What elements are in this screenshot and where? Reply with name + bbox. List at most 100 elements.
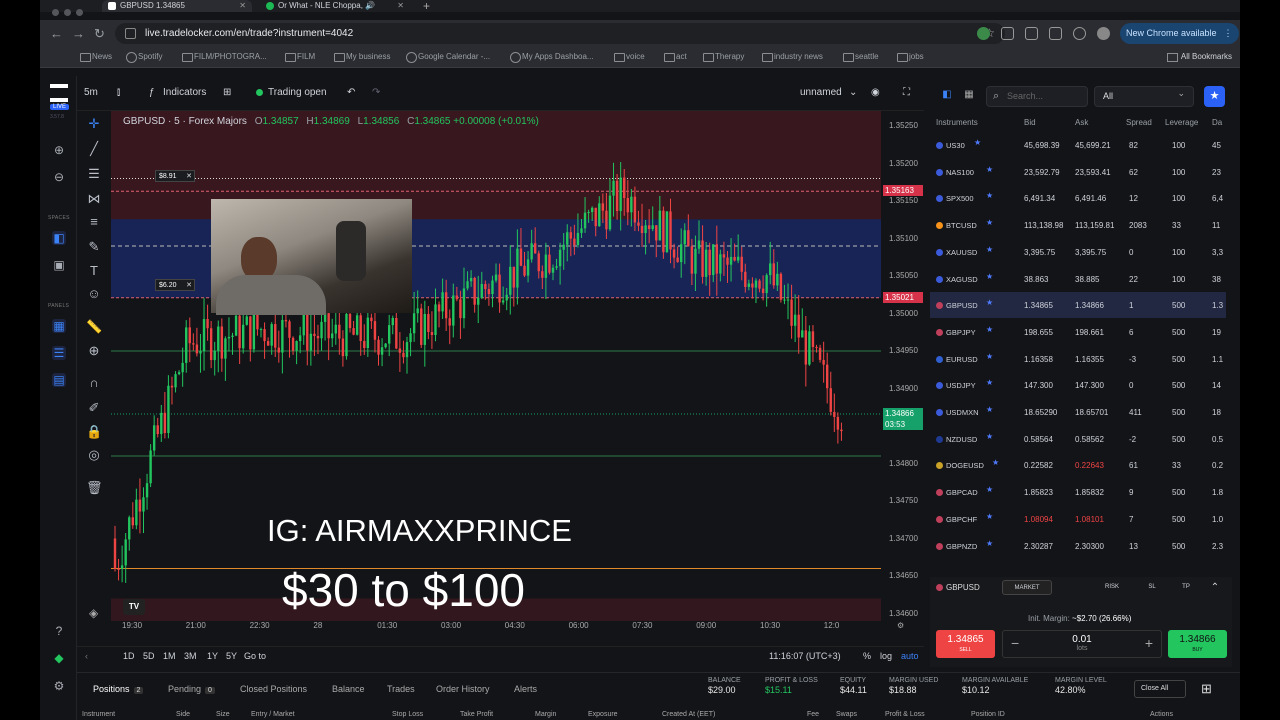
col-leverage[interactable]: Leverage <box>1165 118 1198 127</box>
favorite-star-icon[interactable]: ★ <box>986 218 993 227</box>
lot-size-value[interactable]: 0.01 <box>1072 634 1091 645</box>
col-instrument[interactable]: Instrument <box>82 711 115 718</box>
favorite-star-icon[interactable]: ★ <box>986 191 993 200</box>
bookmark-folder[interactable]: seattle <box>843 52 879 62</box>
site-info-icon[interactable] <box>125 28 136 39</box>
favorite-star-icon[interactable]: ★ <box>974 138 981 147</box>
range-5y[interactable]: 5Y <box>226 651 237 661</box>
bookmark-my-apps[interactable]: My Apps Dashboa... <box>510 52 594 63</box>
profile-avatar-icon[interactable] <box>1097 27 1110 40</box>
instrument-row[interactable]: USDJPY ★ 147.300 147.300 0 500 14 <box>930 372 1226 398</box>
bookmark-folder[interactable]: industry news <box>762 52 823 62</box>
tab-music[interactable]: Or What - NLE Choppa, 🔊 ✕ <box>260 0 410 12</box>
increase-lots-icon[interactable]: + <box>1145 635 1153 651</box>
bookmark-folder[interactable]: jobs <box>897 52 924 62</box>
col-exposure[interactable]: Exposure <box>588 711 618 718</box>
layout-grid-icon[interactable]: ⊞ <box>1201 681 1212 697</box>
ruler-icon[interactable]: 📏 <box>86 319 102 335</box>
brush-icon[interactable]: ✎ <box>86 239 102 255</box>
price-scale[interactable]: 1.35250 1.35200 1.35150 1.35100 1.35050 1.350… <box>881 111 924 647</box>
bookmark-folder[interactable]: FILM/PHOTOGRA... <box>182 52 267 62</box>
tab-balance[interactable]: Balance <box>332 684 365 694</box>
space-chart-icon[interactable]: ◧ <box>52 231 66 245</box>
category-filter-dropdown[interactable]: All <box>1094 84 1194 107</box>
layout-name-dropdown[interactable]: unnamed <box>800 87 842 98</box>
favorite-star-icon[interactable]: ★ <box>986 485 993 494</box>
reload-icon[interactable]: ↻ <box>94 26 105 42</box>
zoom-in-icon[interactable]: ⊕ <box>52 143 66 157</box>
redo-icon[interactable]: ↷ <box>372 87 380 98</box>
range-1m[interactable]: 1M <box>163 651 176 661</box>
favorite-star-icon[interactable]: ★ <box>992 458 999 467</box>
col-spread[interactable]: Spread <box>1126 118 1152 127</box>
instrument-row[interactable]: GBPUSD ★ 1.34865 1.34866 1 500 1.3 <box>930 292 1226 319</box>
col-created-at[interactable]: Created At (EET) <box>662 711 715 718</box>
favorite-star-icon[interactable]: ★ <box>986 298 993 307</box>
extension-icon[interactable] <box>1025 27 1038 40</box>
forward-icon[interactable]: → <box>72 26 85 41</box>
back-icon[interactable]: ← <box>50 26 63 41</box>
order-tag-sl[interactable]: $6.20 ✕ <box>155 279 195 291</box>
camera-screenshot-icon[interactable]: ◉ <box>871 87 880 98</box>
col-take-profit[interactable]: Take Profit <box>460 711 493 718</box>
bookmark-news[interactable]: News <box>80 52 112 62</box>
tab-pending[interactable]: Pending 0 <box>168 684 215 694</box>
indicators-fx-icon[interactable]: ƒ <box>149 87 155 98</box>
instrument-row[interactable]: GBPCHF ★ 1.08094 1.08101 7 500 1.0 <box>930 506 1226 532</box>
col-margin[interactable]: Margin <box>535 711 556 718</box>
url-input[interactable]: live.tradelocker.com/en/trade?instrument… <box>115 23 1005 44</box>
close-order-icon[interactable]: ✕ <box>186 280 192 292</box>
tab-trades[interactable]: Trades <box>387 684 415 694</box>
buy-button[interactable]: 1.34866 BUY <box>1168 630 1227 658</box>
collapse-chevron-icon[interactable]: ⌃ <box>1208 580 1222 595</box>
fib-icon[interactable]: ≡ <box>86 214 102 230</box>
settings-gear-icon[interactable]: ⚙ <box>52 679 66 693</box>
range-5d[interactable]: 5D <box>143 651 155 661</box>
chart-type-candles-icon[interactable]: ⫾ <box>117 87 120 98</box>
tab-closed-positions[interactable]: Closed Positions <box>240 684 307 694</box>
new-tab-icon[interactable]: + <box>423 0 430 13</box>
col-instruments[interactable]: Instruments <box>936 118 978 127</box>
lock-icon[interactable]: 🔒 <box>86 424 102 440</box>
stop-loss-tab[interactable]: SL <box>1142 580 1162 595</box>
col-size[interactable]: Size <box>216 711 230 718</box>
instrument-row[interactable]: NZDUSD ★ 0.58564 0.58562 -2 500 0.5 <box>930 426 1226 452</box>
favorite-star-icon[interactable]: ★ <box>986 352 993 361</box>
favorite-star-icon[interactable]: ★ <box>986 432 993 441</box>
templates-grid-icon[interactable]: ⊞ <box>223 87 231 98</box>
range-1d[interactable]: 1D <box>123 651 135 661</box>
trash-icon[interactable]: 🗑 <box>86 480 103 496</box>
price-chart[interactable]: ✛ ╱ ☰ ⋈ ≡ ✎ T ☺ 📏 ⊕ ∩ ✐ 🔒 ◎ 🗑 $8.91 ✕ $6… <box>77 110 924 646</box>
indicators-button[interactable]: Indicators <box>163 87 206 98</box>
bookmark-folder[interactable]: act <box>664 52 687 62</box>
tradingview-logo[interactable]: TV <box>123 599 145 615</box>
instrument-row[interactable]: GBPNZD ★ 2.30287 2.30300 13 500 2.3 <box>930 533 1226 559</box>
instrument-row[interactable]: US30 ★ 45,698.39 45,699.21 82 100 45 <box>930 132 1226 158</box>
horizontal-lines-icon[interactable]: ☰ <box>86 166 102 182</box>
order-tag-tp[interactable]: $8.91 ✕ <box>155 170 195 182</box>
instrument-row[interactable]: XAGUSD ★ 38.863 38.885 22 100 38 <box>930 266 1226 292</box>
col-fee[interactable]: Fee <box>807 711 819 718</box>
undo-icon[interactable]: ↶ <box>347 87 355 98</box>
panel-list-icon[interactable]: ☰ <box>52 346 66 360</box>
downloads-icon[interactable] <box>1073 27 1086 40</box>
col-side[interactable]: Side <box>176 711 190 718</box>
extension-puzzle-icon[interactable] <box>1001 27 1014 40</box>
tradelocker-logo[interactable] <box>50 84 68 102</box>
bookmark-folder[interactable]: FILM <box>285 52 315 62</box>
col-actions[interactable]: Actions <box>1150 711 1173 718</box>
instrument-row[interactable]: SPX500 ★ 6,491.34 6,491.46 12 100 6,4 <box>930 185 1226 211</box>
trend-line-icon[interactable]: ╱ <box>86 141 102 157</box>
favorite-star-icon[interactable]: ★ <box>986 378 993 387</box>
window-controls[interactable] <box>52 3 88 21</box>
instrument-row[interactable]: NAS100 ★ 23,592.79 23,593.41 62 100 23 <box>930 159 1226 185</box>
col-profit-loss[interactable]: Profit & Loss <box>885 711 925 718</box>
panel-order-icon[interactable]: ▤ <box>52 373 66 387</box>
bookmark-spotify[interactable]: Spotify <box>126 52 162 63</box>
text-tool-icon[interactable]: T <box>86 263 102 279</box>
timeframe-selector[interactable]: 5m <box>84 87 98 98</box>
instrument-row[interactable]: XAUUSD ★ 3,395.75 3,395.75 0 100 3,3 <box>930 239 1226 265</box>
range-1y[interactable]: 1Y <box>207 651 218 661</box>
instrument-row[interactable]: DOGEUSD ★ 0.22582 0.22643 61 33 0.2 <box>930 452 1226 478</box>
favorite-star-icon[interactable]: ★ <box>986 405 993 414</box>
